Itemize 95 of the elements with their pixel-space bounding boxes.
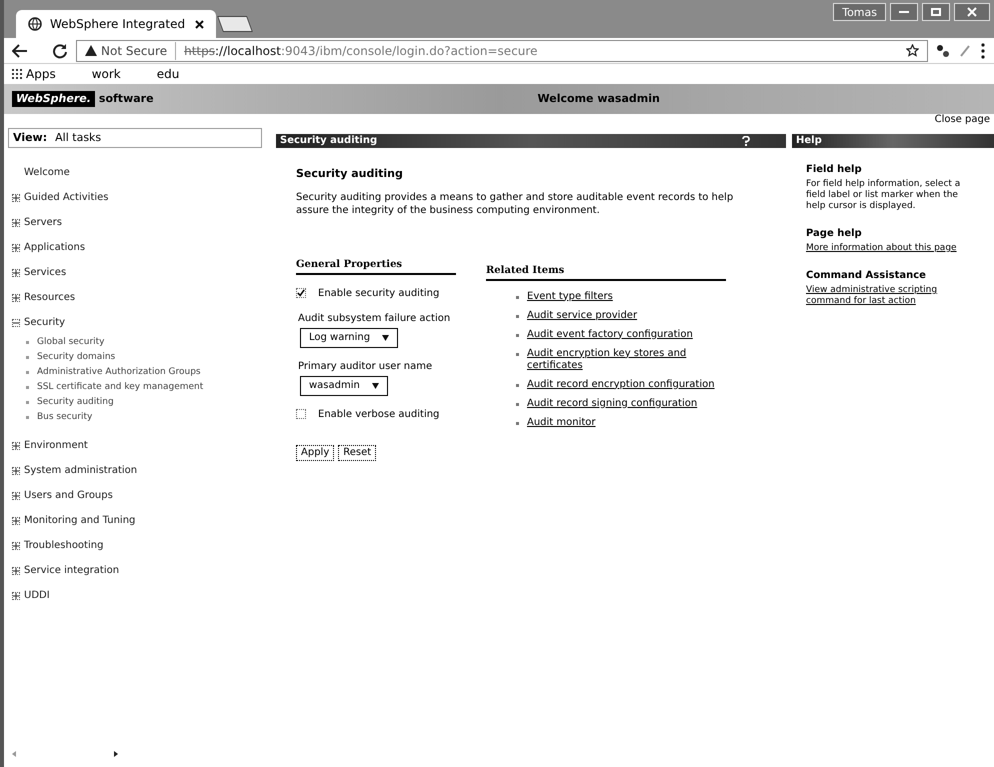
help-link[interactable]: More information about this page <box>806 243 978 254</box>
minimize-button[interactable] <box>890 3 918 21</box>
warning-icon <box>85 45 97 56</box>
related-link[interactable]: Audit event factory configuration <box>527 328 693 340</box>
welcome-text: Welcome wasadmin <box>538 90 660 107</box>
page-heading: Security auditing <box>296 166 404 182</box>
help-icon[interactable] <box>742 136 750 146</box>
url-scheme: https <box>184 44 215 58</box>
scroll-right-icon[interactable] <box>114 751 118 757</box>
url-path: :9043/ibm/console/login.do?action=secure <box>280 44 538 58</box>
nav-subitem[interactable]: Security domains <box>26 350 266 365</box>
nav-item[interactable]: Service integration <box>12 558 266 583</box>
new-tab-button[interactable] <box>217 16 253 32</box>
nav-subitem[interactable]: Administrative Authorization Groups <box>26 365 266 380</box>
dropdown-arrow-icon <box>382 334 390 340</box>
expander-icon[interactable] <box>12 542 20 550</box>
nav-item[interactable]: Servers <box>12 210 266 235</box>
checkbox-label: Enable security auditing <box>318 288 440 298</box>
checkbox[interactable] <box>296 408 306 419</box>
star-icon[interactable] <box>906 44 919 57</box>
browser-tab[interactable]: WebSphere Integrated <box>16 10 216 38</box>
checkbox[interactable] <box>296 288 306 298</box>
form-button[interactable]: Apply <box>296 444 334 460</box>
expander-icon[interactable] <box>12 268 20 276</box>
related-link[interactable]: Audit monitor <box>527 416 596 428</box>
expander-icon[interactable] <box>12 218 20 226</box>
expander-icon[interactable] <box>12 516 20 524</box>
view-selector[interactable]: View: All tasks <box>8 128 262 148</box>
reload-icon[interactable] <box>52 42 68 58</box>
panel-title-bar: Security auditing <box>276 134 786 148</box>
security-label: Not Secure <box>101 42 176 60</box>
apps-grid-icon <box>12 69 22 79</box>
back-icon[interactable] <box>12 44 28 58</box>
related-link[interactable]: Audit service provider <box>527 310 638 322</box>
help-heading: Field help <box>806 163 863 177</box>
url-host: ://localhost <box>214 44 281 58</box>
form-button[interactable]: Reset <box>338 444 376 460</box>
expander-icon[interactable] <box>12 592 20 600</box>
expander-icon[interactable] <box>12 294 20 302</box>
profile-button[interactable]: Tomas <box>833 3 886 21</box>
menu-icon[interactable] <box>980 42 986 58</box>
expander-icon[interactable] <box>12 466 20 474</box>
nav-item[interactable]: Welcome <box>12 160 266 185</box>
product-name: software <box>98 90 155 107</box>
section-heading: General Properties <box>296 256 456 274</box>
expander-icon[interactable] <box>12 566 20 574</box>
close-tab-button[interactable] <box>195 20 204 28</box>
nav-item[interactable]: Environment <box>12 433 266 458</box>
related-link[interactable]: Audit record signing configuration <box>527 398 698 410</box>
nav-item[interactable]: Users and Groups <box>12 483 266 508</box>
page-description: Security auditing provides a means to gather and store auditable event records to help assure the integrity of the business computing environment. <box>296 190 734 216</box>
nav-item[interactable]: UDDI <box>12 583 266 608</box>
nav-item[interactable]: Troubleshooting <box>12 533 266 558</box>
nav-item[interactable]: Monitoring and Tuning <box>12 508 266 533</box>
close-window-button[interactable] <box>954 3 990 21</box>
expander-icon[interactable] <box>12 492 20 500</box>
related-link[interactable]: Audit encryption key stores and certificates <box>527 348 726 372</box>
bookmark-item[interactable]: edu <box>144 65 180 83</box>
brand-logo: WebSphere. <box>12 91 95 107</box>
field-label: Audit subsystem failure action <box>297 312 452 324</box>
section-heading: Related Items <box>486 262 726 280</box>
nav-item[interactable]: Services <box>12 260 266 285</box>
help-heading: Page help <box>806 227 863 241</box>
address-bar[interactable]: Not Secure https://localhost:9043/ibm/console/login.do?action=secure <box>76 40 928 62</box>
close-icon <box>967 7 977 17</box>
expander-icon[interactable] <box>12 318 20 326</box>
related-link[interactable]: Audit record encryption configuration <box>527 378 715 390</box>
checkbox-label: Enable verbose auditing <box>318 408 440 420</box>
expander-icon[interactable] <box>12 244 20 252</box>
close-page-link[interactable]: Close page <box>934 114 990 126</box>
dropdown[interactable]: wasadmin <box>300 376 388 396</box>
nav-subitem[interactable]: Security auditing <box>26 395 266 410</box>
nav-subitem[interactable]: Global security <box>26 335 266 350</box>
nav-item[interactable]: System administration <box>12 458 266 483</box>
dropdown[interactable]: Log warning <box>300 328 398 348</box>
help-text: For field help information, select a field label or list marker when the help cursor is displayed. <box>806 179 962 212</box>
dropdown-arrow-icon <box>372 382 379 388</box>
scroll-left-icon[interactable] <box>12 751 16 757</box>
help-title-bar: Help <box>792 134 994 148</box>
related-link[interactable]: Event type filters <box>527 290 613 302</box>
nav-subitem[interactable]: SSL certificate and key management <box>26 380 266 395</box>
nav-subitem[interactable]: Bus security <box>26 410 266 425</box>
globe-icon <box>28 17 42 31</box>
maximize-button[interactable] <box>922 3 950 21</box>
bookmark-item[interactable]: work <box>80 65 121 83</box>
nav-item[interactable]: Resources <box>12 285 266 310</box>
expander-icon[interactable] <box>12 194 20 202</box>
help-link[interactable]: View administrative scripting command for last action <box>806 285 978 307</box>
field-label: Primary auditor user name <box>297 360 434 372</box>
bookmark-item[interactable]: Apps <box>12 65 56 83</box>
nav-item[interactable]: Applications <box>12 235 266 260</box>
nav-item[interactable]: Security <box>12 310 266 335</box>
expander-icon[interactable] <box>12 442 20 450</box>
help-heading: Command Assistance <box>806 269 927 283</box>
nav-item[interactable]: Guided Activities <box>12 185 266 210</box>
